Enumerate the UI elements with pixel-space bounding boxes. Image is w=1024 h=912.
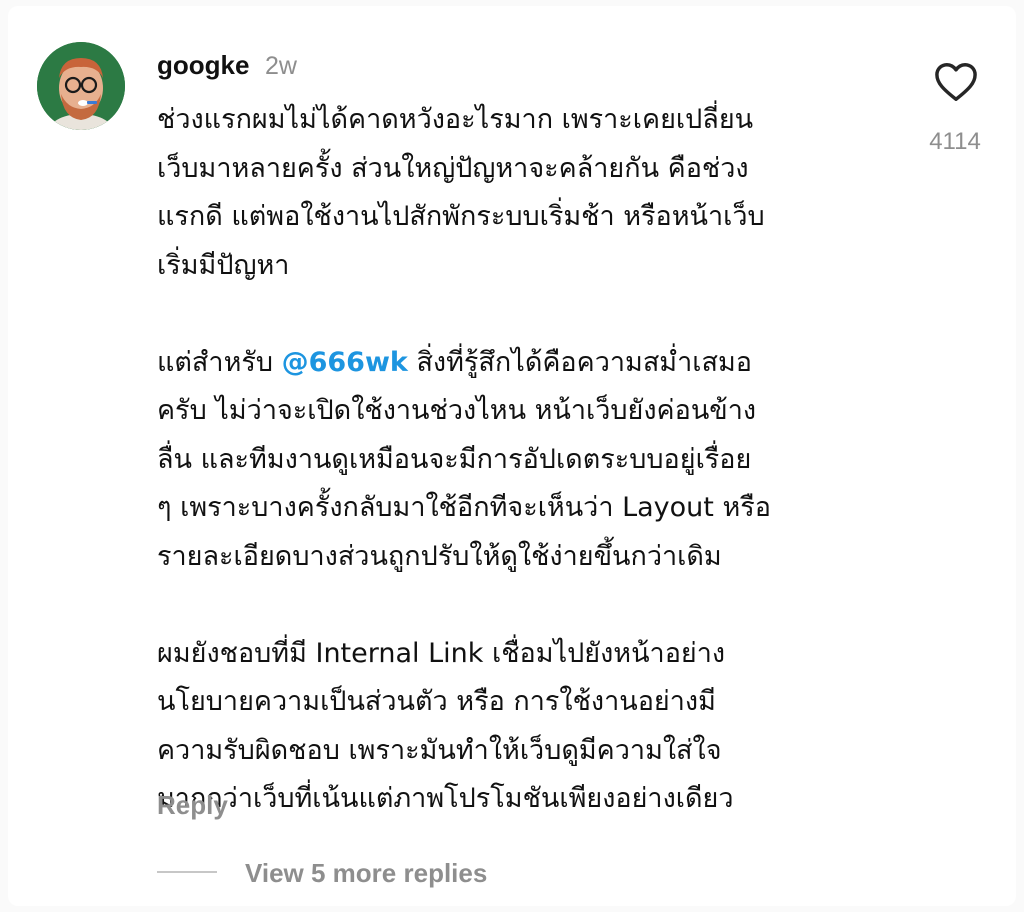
like-count: 4114 xyxy=(929,128,981,155)
reply-button[interactable]: Reply xyxy=(157,788,228,822)
comment-line: ๆ เพราะบางครั้งกลับมาใช้อีกทีจะเห็นว่า L… xyxy=(157,492,771,523)
comment-line: รายละเอียดบางส่วนถูกปรับให้ดูใช้ง่ายขึ้น… xyxy=(157,540,722,572)
comment-line: เว็บมาหลายครั้ง ส่วนใหญ่ปัญหาจะคล้ายกัน … xyxy=(157,152,749,184)
view-more-replies-button[interactable]: View 5 more replies xyxy=(245,856,487,890)
comment-line: ความรับผิดชอบ เพราะมันทำให้เว็บดูมีความใ… xyxy=(157,734,722,766)
comment-line: ผมยังชอบที่มี Internal Link เชื่อมไปยังห… xyxy=(157,637,726,669)
comment-username[interactable]: googke xyxy=(157,48,249,82)
comment-line: มากกว่าเว็บที่เน้นแต่ภาพโปรโมชันเพียงอย่… xyxy=(157,783,734,814)
comment-timestamp: 2w xyxy=(265,52,297,80)
comment-line: ลื่น และทีมงานดูเหมือนจะมีการอัปเดตระบบอ… xyxy=(157,443,752,475)
like-button[interactable] xyxy=(934,62,978,102)
avatar[interactable] xyxy=(37,42,125,130)
comment-body: ช่วงแรกผมไม่ได้คาดหวังอะไรมาก เพราะเคยเป… xyxy=(157,96,897,824)
comment-line: นโยบายความเป็นส่วนตัว หรือ การใช้งานอย่า… xyxy=(157,686,716,717)
avatar-image xyxy=(37,42,125,130)
comment-line: ช่วงแรกผมไม่ได้คาดหวังอะไรมาก เพราะเคยเป… xyxy=(157,104,754,135)
comment-text-segment: แต่สำหรับ xyxy=(157,346,282,378)
comment-text-segment: สิ่งที่รู้สึกได้คือความสม่ำเสมอ xyxy=(407,346,752,378)
comment-line: เริ่มมีปัญหา xyxy=(157,249,290,281)
comment-line: แรกดี แต่พอใช้งานไปสักพักระบบเริ่มช้า หร… xyxy=(157,201,765,232)
comment-line: แต่สำหรับ @666wk สิ่งที่รู้สึกได้คือความ… xyxy=(157,339,897,388)
heart-outline-icon xyxy=(935,63,977,102)
comment-line: ครับ ไม่ว่าจะเปิดใช้งานช่วงไหน หน้าเว็บย… xyxy=(157,395,757,426)
user-mention-link[interactable]: @666wk xyxy=(282,347,408,378)
replies-divider xyxy=(157,871,217,873)
